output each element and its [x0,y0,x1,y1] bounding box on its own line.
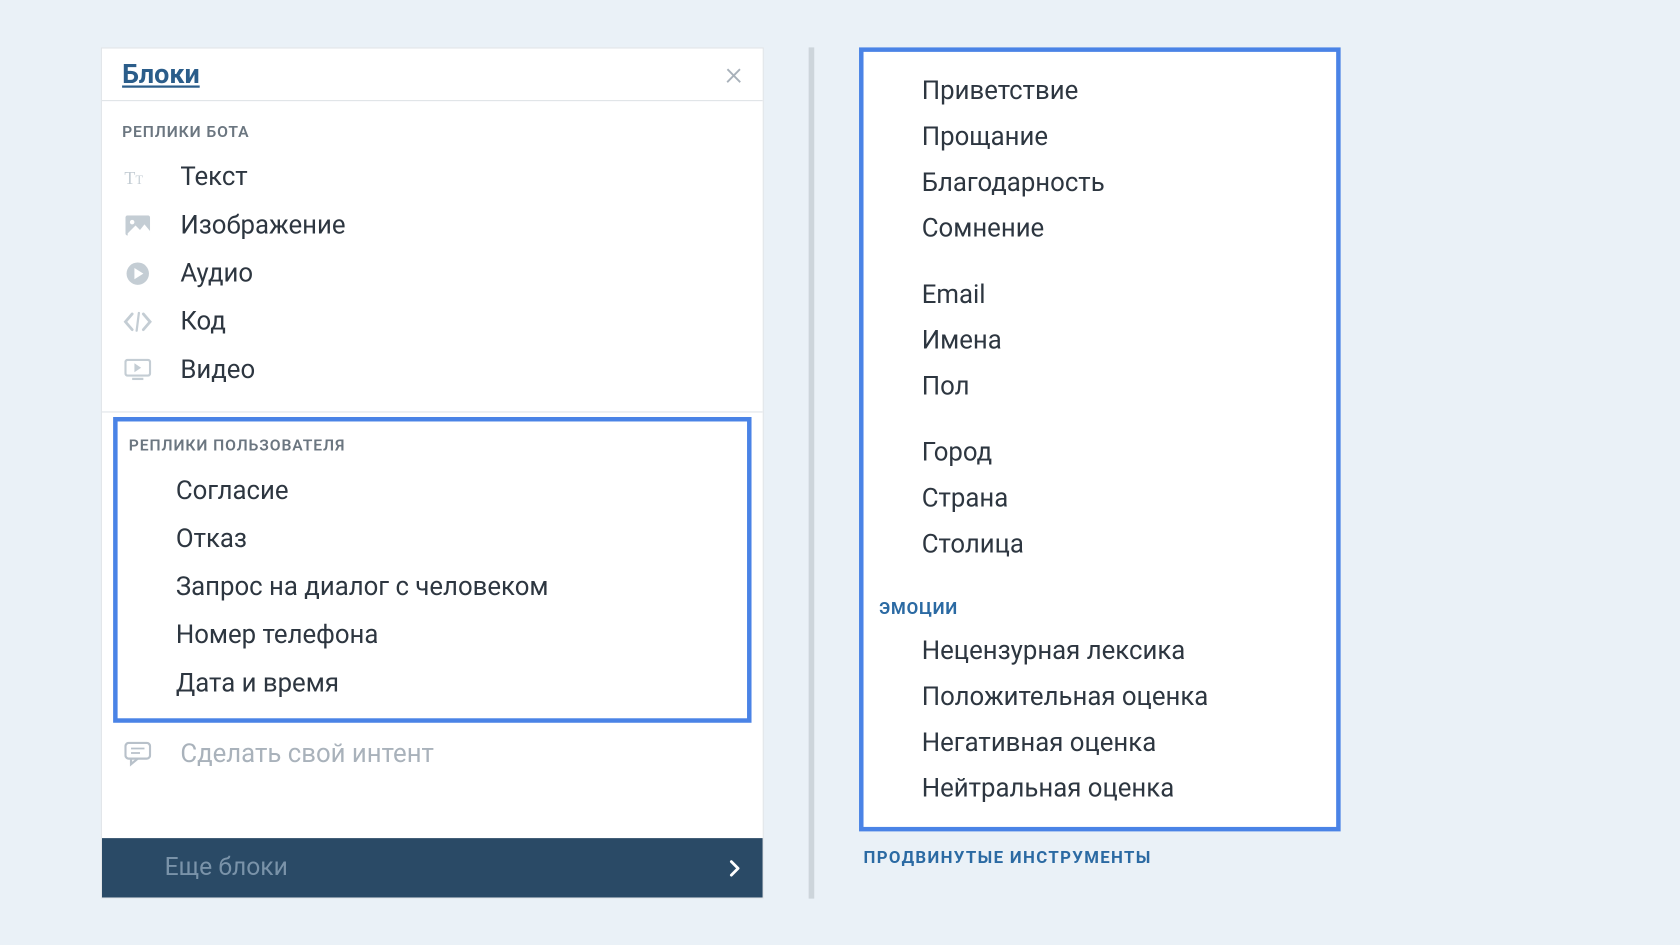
user-item-agree[interactable]: Согласие [122,466,742,514]
user-item-phone[interactable]: Номер телефона [122,610,742,658]
intent-thanks[interactable]: Благодарность [879,159,1320,205]
section-bot-replies: РЕПЛИКИ БОТА [102,101,763,153]
custom-intent-button[interactable]: Сделать свой интент [102,722,763,784]
intent-group-geo: Город Страна Столица [879,429,1320,567]
intents-highlight: Приветствие Прощание Благодарность Сомне… [859,47,1341,831]
divider [102,411,763,412]
user-item-label: Дата и время [176,667,339,697]
intent-capital[interactable]: Столица [879,521,1320,567]
intent-profanity[interactable]: Нецензурная лексика [879,627,1320,673]
bot-item-label: Видео [180,354,255,384]
panel-title[interactable]: Блоки [122,58,200,89]
intent-email[interactable]: Email [879,271,1320,317]
bot-item-code[interactable]: Код [113,297,751,345]
custom-intent-label: Сделать свой интент [180,738,434,768]
bot-item-label: Текст [180,161,247,191]
close-icon[interactable]: × [725,57,743,91]
code-icon [122,307,153,334]
chat-plus-icon [122,740,153,767]
user-item-label: Согласие [176,475,289,505]
video-icon [122,355,153,382]
bot-item-label: Код [180,306,226,336]
section-user-replies: РЕПЛИКИ ПОЛЬЗОВАТЕЛЯ [118,421,747,466]
intent-country[interactable]: Страна [879,475,1320,521]
bot-item-video[interactable]: Видео [113,345,751,393]
bot-item-label: Изображение [180,209,345,239]
section-emotions: ЭМОЦИИ [879,587,1320,627]
svg-text:T: T [124,167,135,187]
bot-replies-list: TT Текст Изображение Аудио [102,152,763,411]
intent-neutral[interactable]: Нейтральная оценка [879,765,1320,811]
more-blocks-button[interactable]: Еще блоки [102,838,763,897]
user-item-label: Запрос на диалог с человеком [176,571,549,601]
blocks-panel: Блоки × РЕПЛИКИ БОТА TT Текст Изображени… [101,47,764,898]
bot-item-image[interactable]: Изображение [113,200,751,248]
chevron-right-icon [729,858,740,876]
text-icon: TT [122,163,153,190]
more-blocks-label: Еще блоки [165,853,288,881]
intent-greeting[interactable]: Приветствие [879,67,1320,113]
intent-gender[interactable]: Пол [879,363,1320,409]
user-item-label: Отказ [176,523,247,553]
user-item-human-dialog[interactable]: Запрос на диалог с человеком [122,562,742,610]
bot-item-label: Аудио [180,257,253,287]
vertical-separator [809,47,815,898]
user-replies-list: Согласие Отказ Запрос на диалог с челове… [118,466,747,707]
intent-doubt[interactable]: Сомнение [879,205,1320,251]
intent-negative[interactable]: Негативная оценка [879,719,1320,765]
right-panel: Приветствие Прощание Благодарность Сомне… [859,47,1341,898]
user-replies-highlight: РЕПЛИКИ ПОЛЬЗОВАТЕЛЯ Согласие Отказ Запр… [113,417,751,723]
user-item-refuse[interactable]: Отказ [122,514,742,562]
intent-farewell[interactable]: Прощание [879,113,1320,159]
bot-item-text[interactable]: TT Текст [113,152,751,200]
intent-group-emotions: Нецензурная лексика Положительная оценка… [879,627,1320,811]
section-advanced-tools[interactable]: ПРОДВИНУТЫЕ ИНСТРУМЕНТЫ [859,831,1341,867]
intent-group-greetings: Приветствие Прощание Благодарность Сомне… [879,67,1320,251]
intent-names[interactable]: Имена [879,317,1320,363]
panel-header: Блоки × [102,48,763,101]
user-item-label: Номер телефона [176,619,379,649]
intent-city[interactable]: Город [879,429,1320,475]
intent-group-personal: Email Имена Пол [879,271,1320,409]
bot-item-audio[interactable]: Аудио [113,249,751,297]
intent-positive[interactable]: Положительная оценка [879,673,1320,719]
audio-icon [122,259,153,286]
user-item-datetime[interactable]: Дата и время [122,658,742,706]
image-icon [122,211,153,238]
svg-text:T: T [136,172,144,186]
